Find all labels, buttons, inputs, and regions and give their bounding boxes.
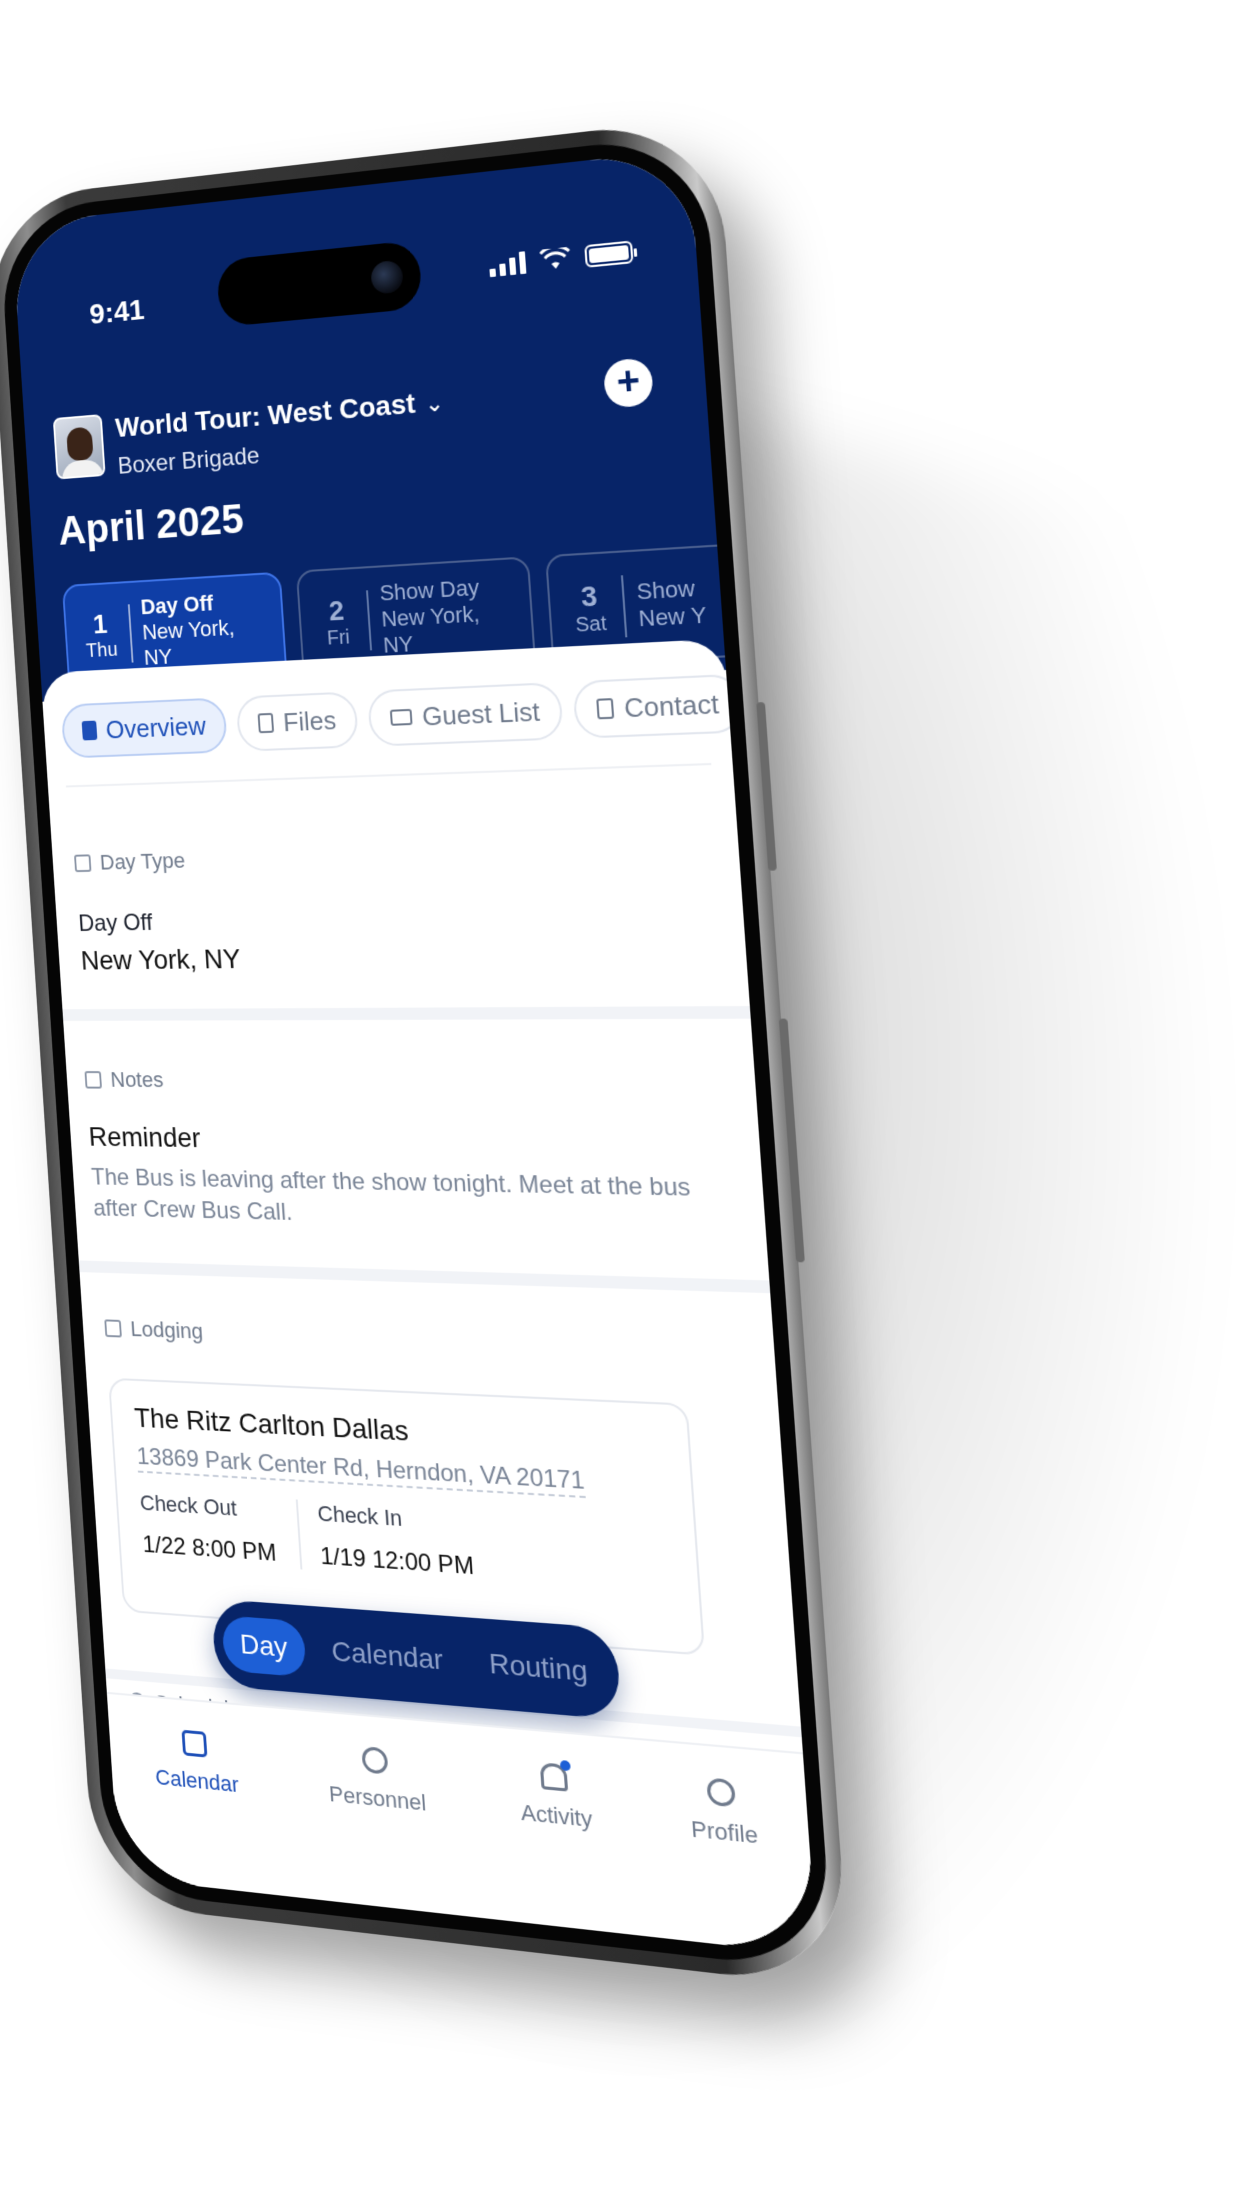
section-tabs: Overview Files Guest List Contact xyxy=(60,673,745,759)
battery-icon xyxy=(584,240,634,268)
app-screen: 9:41 World Tour: West Coast ⌄ Boxer Brig… xyxy=(11,148,818,1956)
day-weekday: Sat xyxy=(574,611,608,637)
section-divider xyxy=(78,1260,771,1294)
day-weekday: Fri xyxy=(326,625,351,650)
notes-icon xyxy=(84,1071,102,1089)
tab-overview[interactable]: Overview xyxy=(60,697,229,759)
tabbar-label: Calendar xyxy=(154,1764,240,1798)
avatar[interactable] xyxy=(52,414,106,480)
file-icon xyxy=(257,712,275,734)
day-type-section-label: Day Type xyxy=(74,848,186,876)
add-button[interactable]: + xyxy=(602,357,655,409)
contact-icon xyxy=(596,698,615,720)
notes-section-label: Notes xyxy=(84,1067,164,1093)
section-label-text: Notes xyxy=(109,1067,165,1092)
day-number: 3 xyxy=(579,579,599,613)
tab-label: Files xyxy=(282,704,338,737)
lodging-section-label: Lodging xyxy=(104,1315,204,1344)
tab-files[interactable]: Files xyxy=(235,691,360,752)
building-icon xyxy=(104,1319,122,1338)
calendar-icon xyxy=(181,1729,208,1758)
ticket-icon xyxy=(390,708,413,726)
wifi-icon xyxy=(539,247,571,270)
artist-name: Boxer Brigade xyxy=(117,442,261,480)
tabbar-personnel[interactable]: Personnel xyxy=(326,1743,434,1913)
day-number: 1 xyxy=(92,608,109,639)
tabbar-calendar[interactable]: Calendar xyxy=(152,1727,246,1892)
day-number: 2 xyxy=(327,594,346,626)
tour-title: World Tour: West Coast xyxy=(114,387,417,443)
check-times: Check Out 1/22 8:00 PM Check In 1/19 12:… xyxy=(139,1490,673,1595)
section-divider xyxy=(62,1006,751,1021)
segment-routing[interactable]: Routing xyxy=(469,1634,608,1702)
day-type-city: New York, NY xyxy=(79,943,242,976)
tab-bar: Calendar Personnel Activity Profile xyxy=(106,1691,818,1956)
section-label-text: Day Type xyxy=(99,848,186,875)
tour-selector[interactable]: World Tour: West Coast ⌄ xyxy=(114,385,444,444)
person-icon xyxy=(706,1777,737,1808)
people-icon xyxy=(361,1746,389,1775)
phone-frame: 9:41 World Tour: West Coast ⌄ Boxer Brig… xyxy=(0,116,851,1989)
content-sheet: Overview Files Guest List Contact Day Ty… xyxy=(40,638,818,1956)
section-label-text: Lodging xyxy=(129,1316,204,1344)
tabbar-activity[interactable]: Activity xyxy=(517,1759,600,1931)
tab-contact[interactable]: Contact xyxy=(572,673,745,739)
check-in-label: Check In xyxy=(316,1500,403,1532)
calendar-icon xyxy=(74,854,92,873)
overview-icon xyxy=(81,720,98,741)
tab-label: Guest List xyxy=(421,695,541,732)
status-time: 9:41 xyxy=(88,293,146,331)
tabbar-label: Personnel xyxy=(328,1780,427,1816)
segment-day[interactable]: Day xyxy=(221,1615,307,1678)
tabbar-label: Activity xyxy=(519,1799,594,1833)
status-icons xyxy=(488,240,634,278)
tab-label: Overview xyxy=(104,710,207,744)
check-in-value: 1/19 12:00 PM xyxy=(319,1542,475,1581)
tab-label: Contact xyxy=(623,687,720,723)
day-weekday: Thu xyxy=(85,638,119,662)
tabbar-profile[interactable]: Profile xyxy=(687,1776,765,1950)
check-out-value: 1/22 8:00 PM xyxy=(141,1531,278,1567)
day-type-value: Day Off xyxy=(77,909,154,937)
dynamic-island xyxy=(215,239,423,328)
phone-bezel: 9:41 World Tour: West Coast ⌄ Boxer Brig… xyxy=(0,132,834,1973)
header: 9:41 World Tour: West Coast ⌄ Boxer Brig… xyxy=(11,148,802,702)
note-body: The Bus is leaving after the show tonigh… xyxy=(90,1164,692,1226)
chevron-down-icon: ⌄ xyxy=(424,390,445,417)
camera-icon xyxy=(370,259,404,295)
day-type: Show xyxy=(635,575,696,605)
note-title: Reminder xyxy=(87,1121,202,1154)
check-out-label: Check Out xyxy=(139,1490,238,1521)
segment-calendar[interactable]: Calendar xyxy=(312,1622,463,1690)
month-title: April 2025 xyxy=(56,495,245,554)
signal-icon xyxy=(488,251,527,278)
tabbar-label: Profile xyxy=(690,1815,759,1849)
tab-guest-list[interactable]: Guest List xyxy=(367,681,565,747)
day-city: New Y xyxy=(637,601,708,632)
tabs-divider xyxy=(65,762,712,788)
